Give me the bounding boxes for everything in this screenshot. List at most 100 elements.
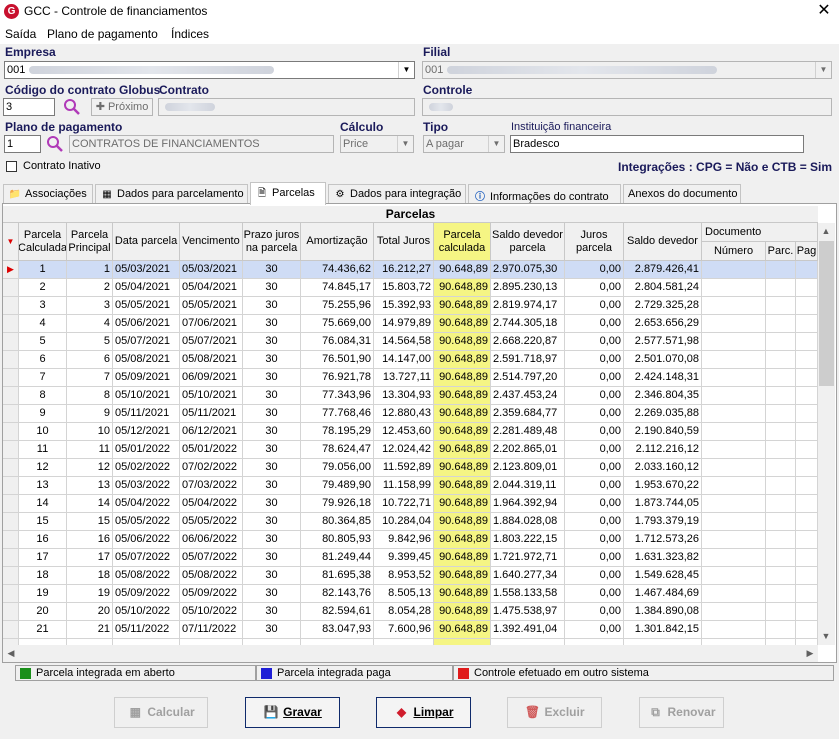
row-indicator[interactable] bbox=[3, 495, 19, 513]
table-cell[interactable]: 07/02/2022 bbox=[180, 459, 243, 477]
table-cell[interactable]: 90.648,89 bbox=[434, 567, 491, 585]
table-cell[interactable]: 90.648,89 bbox=[434, 441, 491, 459]
table-cell[interactable]: 90.648,89 bbox=[434, 369, 491, 387]
table-cell[interactable]: 2.346.804,35 bbox=[624, 387, 702, 405]
table-cell[interactable] bbox=[702, 279, 766, 297]
table-cell[interactable]: 30 bbox=[243, 369, 301, 387]
table-cell[interactable]: 78.195,29 bbox=[301, 423, 374, 441]
tipo-select[interactable]: A pagar ▼ bbox=[423, 135, 505, 153]
table-cell[interactable] bbox=[796, 495, 818, 513]
table-cell[interactable]: 1.712.573,26 bbox=[624, 531, 702, 549]
table-cell[interactable]: 30 bbox=[243, 423, 301, 441]
scroll-down-icon[interactable]: ▼ bbox=[818, 628, 834, 645]
table-cell[interactable]: 2.269.035,88 bbox=[624, 405, 702, 423]
table-cell[interactable] bbox=[796, 549, 818, 567]
table-cell[interactable]: 2.437.453,24 bbox=[491, 387, 565, 405]
contrato-field[interactable] bbox=[158, 98, 415, 116]
table-row[interactable]: 3 3 05/05/2021 05/05/2021 30 75.255,96 15.392,… bbox=[3, 297, 818, 315]
table-cell[interactable]: 10 bbox=[67, 423, 113, 441]
renovar-button[interactable]: ⧉ Renovar bbox=[639, 697, 724, 728]
col-documento-parc[interactable]: Parc. bbox=[766, 242, 796, 261]
table-cell[interactable]: 0,00 bbox=[565, 387, 624, 405]
col-amortizacao[interactable]: Amortização bbox=[301, 223, 374, 261]
table-cell[interactable]: 1.392.491,04 bbox=[491, 621, 565, 639]
table-cell[interactable]: 0,00 bbox=[565, 513, 624, 531]
table-cell[interactable]: 0,00 bbox=[565, 549, 624, 567]
table-row[interactable]: 11 11 05/01/2022 05/01/2022 30 78.624,47 12.02… bbox=[3, 441, 818, 459]
table-cell[interactable]: 13 bbox=[67, 477, 113, 495]
table-cell[interactable]: 0,00 bbox=[565, 351, 624, 369]
table-cell[interactable]: 0,00 bbox=[565, 369, 624, 387]
table-cell[interactable]: 0,00 bbox=[565, 297, 624, 315]
table-cell[interactable]: 0,00 bbox=[565, 585, 624, 603]
table-cell[interactable]: 75.669,00 bbox=[301, 315, 374, 333]
table-cell[interactable]: 30 bbox=[243, 603, 301, 621]
table-cell[interactable]: 77.768,46 bbox=[301, 405, 374, 423]
table-row[interactable]: 14 14 05/04/2022 05/04/2022 30 79.926,18 10.72… bbox=[3, 495, 818, 513]
codigo-input[interactable]: 3 bbox=[3, 98, 55, 116]
table-cell[interactable] bbox=[702, 603, 766, 621]
table-cell[interactable]: 0,00 bbox=[565, 477, 624, 495]
table-cell[interactable] bbox=[766, 369, 796, 387]
table-cell[interactable]: 05/05/2021 bbox=[180, 297, 243, 315]
contrato-inativo-checkbox[interactable] bbox=[6, 161, 17, 172]
table-cell[interactable]: 1.873.744,05 bbox=[624, 495, 702, 513]
table-cell[interactable] bbox=[702, 513, 766, 531]
table-cell[interactable]: 05/04/2021 bbox=[113, 279, 180, 297]
table-cell[interactable] bbox=[796, 459, 818, 477]
table-cell[interactable]: 05/05/2021 bbox=[113, 297, 180, 315]
tab-parcelas[interactable]: 🗎 Parcelas bbox=[250, 182, 326, 205]
table-cell[interactable]: 2.879.426,41 bbox=[624, 261, 702, 279]
row-indicator[interactable] bbox=[3, 441, 19, 459]
table-cell[interactable] bbox=[702, 495, 766, 513]
table-cell[interactable] bbox=[766, 387, 796, 405]
table-cell[interactable]: 30 bbox=[243, 621, 301, 639]
row-indicator[interactable] bbox=[3, 387, 19, 405]
table-cell[interactable]: 4 bbox=[19, 315, 67, 333]
table-cell[interactable] bbox=[766, 405, 796, 423]
table-cell[interactable]: 90.648,89 bbox=[434, 315, 491, 333]
table-cell[interactable] bbox=[766, 585, 796, 603]
table-row[interactable]: 19 19 05/09/2022 05/09/2022 30 82.143,76 8.505… bbox=[3, 585, 818, 603]
row-indicator[interactable] bbox=[3, 477, 19, 495]
col-prazo-juros[interactable]: Prazo juros na parcela bbox=[243, 223, 301, 261]
table-cell[interactable] bbox=[766, 513, 796, 531]
table-cell[interactable]: 90.648,89 bbox=[434, 531, 491, 549]
table-cell[interactable]: 8 bbox=[67, 387, 113, 405]
table-cell[interactable] bbox=[702, 567, 766, 585]
table-cell[interactable]: 21 bbox=[67, 621, 113, 639]
table-cell[interactable]: 12 bbox=[67, 459, 113, 477]
table-cell[interactable]: 15 bbox=[19, 513, 67, 531]
table-cell[interactable]: 11 bbox=[67, 441, 113, 459]
table-cell[interactable] bbox=[796, 441, 818, 459]
table-cell[interactable]: 7 bbox=[19, 369, 67, 387]
table-cell[interactable]: 0,00 bbox=[565, 459, 624, 477]
table-cell[interactable]: 76.084,31 bbox=[301, 333, 374, 351]
table-cell[interactable]: 05/01/2022 bbox=[113, 441, 180, 459]
table-cell[interactable]: 2.895.230,13 bbox=[491, 279, 565, 297]
col-vencimento[interactable]: Vencimento bbox=[180, 223, 243, 261]
table-row[interactable]: 8 8 05/10/2021 05/10/2021 30 77.343,96 13.304,… bbox=[3, 387, 818, 405]
table-cell[interactable]: 2.190.840,59 bbox=[624, 423, 702, 441]
table-cell[interactable] bbox=[766, 549, 796, 567]
table-cell[interactable]: 0,00 bbox=[565, 315, 624, 333]
table-cell[interactable]: 15 bbox=[67, 513, 113, 531]
col-juros-parcela[interactable]: Juros parcela bbox=[565, 223, 624, 261]
table-cell[interactable]: 90.648,89 bbox=[434, 459, 491, 477]
table-cell[interactable]: 05/01/2022 bbox=[180, 441, 243, 459]
table-cell[interactable]: 79.056,00 bbox=[301, 459, 374, 477]
table-cell[interactable]: 1.301.842,15 bbox=[624, 621, 702, 639]
filial-select[interactable]: 001 ▼ bbox=[422, 61, 832, 79]
table-cell[interactable]: 19 bbox=[19, 585, 67, 603]
table-cell[interactable]: 90.648,89 bbox=[434, 333, 491, 351]
table-cell[interactable]: 30 bbox=[243, 279, 301, 297]
scroll-right-icon[interactable]: ▶ bbox=[802, 645, 818, 662]
table-cell[interactable]: 90.648,89 bbox=[434, 261, 491, 279]
table-cell[interactable]: 90.648,89 bbox=[434, 387, 491, 405]
table-cell[interactable]: 1.475.538,97 bbox=[491, 603, 565, 621]
table-cell[interactable] bbox=[702, 621, 766, 639]
table-cell[interactable]: 1.558.133,58 bbox=[491, 585, 565, 603]
table-cell[interactable]: 2.514.797,20 bbox=[491, 369, 565, 387]
table-cell[interactable]: 7 bbox=[67, 369, 113, 387]
table-cell[interactable]: 05/08/2021 bbox=[113, 351, 180, 369]
